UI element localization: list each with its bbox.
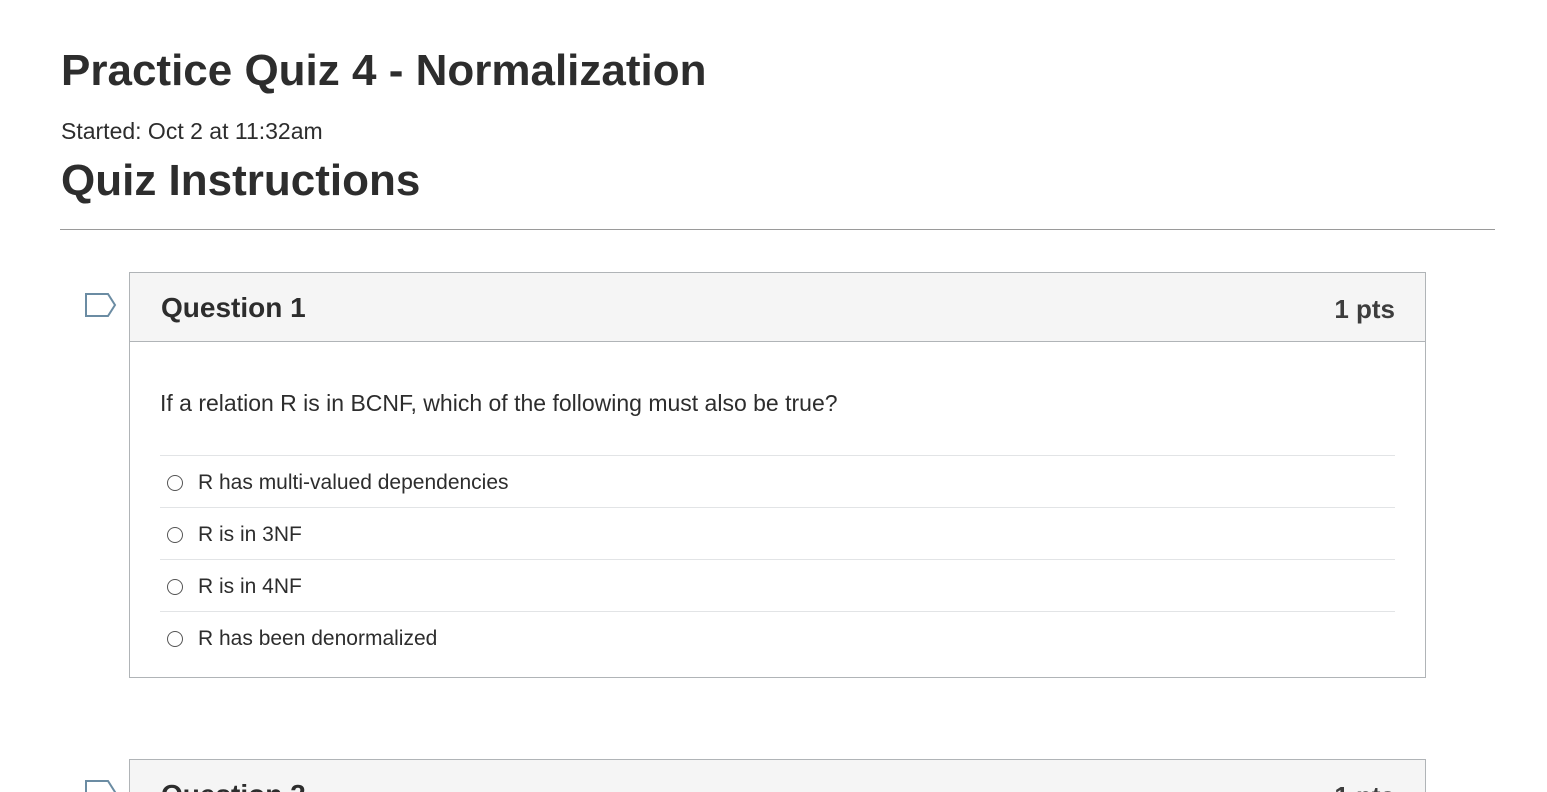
flag-question-2-icon[interactable] xyxy=(84,779,118,792)
answer-label[interactable]: R has multi-valued dependencies xyxy=(198,469,509,496)
radio-button[interactable] xyxy=(167,475,183,491)
question-2: Question 2 1 pts xyxy=(129,759,1426,792)
answer-label[interactable]: R has been denormalized xyxy=(198,625,437,652)
flag-question-1-icon[interactable] xyxy=(84,292,118,318)
answer-label[interactable]: R is in 3NF xyxy=(198,521,302,548)
answer-option-2[interactable]: R is in 3NF xyxy=(160,508,1395,560)
question-text: If a relation R is in BCNF, which of the… xyxy=(160,390,838,416)
answer-option-3[interactable]: R is in 4NF xyxy=(160,560,1395,612)
question-header: Question 1 1 pts xyxy=(130,273,1425,342)
question-title: Question 1 xyxy=(161,292,306,323)
radio-button[interactable] xyxy=(167,579,183,595)
radio-button[interactable] xyxy=(167,631,183,647)
question-1: Question 1 1 pts If a relation R is in B… xyxy=(129,272,1426,678)
question-body: If a relation R is in BCNF, which of the… xyxy=(130,342,1425,677)
question-header: Question 2 1 pts xyxy=(130,760,1425,792)
answer-list: R has multi-valued dependencies R is in … xyxy=(160,455,1395,677)
question-title: Question 2 xyxy=(161,778,306,792)
answer-option-4[interactable]: R has been denormalized xyxy=(160,612,1395,663)
quiz-title: Practice Quiz 4 - Normalization xyxy=(61,46,707,95)
section-divider xyxy=(60,229,1495,230)
answer-option-1[interactable]: R has multi-valued dependencies xyxy=(160,456,1395,508)
quiz-page: Practice Quiz 4 - Normalization Started:… xyxy=(0,0,1547,792)
quiz-instructions-heading: Quiz Instructions xyxy=(61,156,421,205)
question-points: 1 pts xyxy=(1334,294,1395,324)
answer-label[interactable]: R is in 4NF xyxy=(198,573,302,600)
started-timestamp: Started: Oct 2 at 11:32am xyxy=(61,118,323,144)
question-points: 1 pts xyxy=(1334,780,1395,792)
radio-button[interactable] xyxy=(167,527,183,543)
